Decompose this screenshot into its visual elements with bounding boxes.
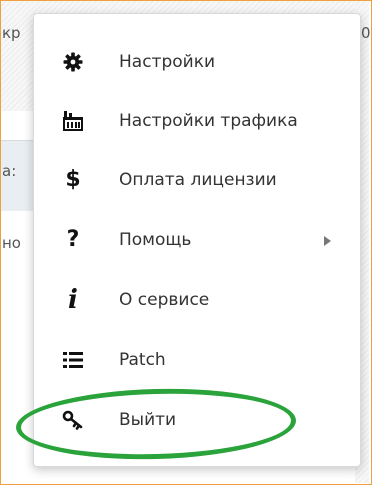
background-text-fragment: 0 (361, 24, 371, 42)
submenu-arrow-icon (324, 236, 331, 246)
menu-item-label: Patch (119, 350, 166, 370)
menu-item-logout[interactable]: Выйти (34, 394, 360, 446)
dollar-icon: $ (65, 167, 81, 192)
menu-item-label: Оплата лицензии (119, 170, 277, 190)
settings-dropdown-menu: Настройки Настройки трафика $ Оплата лиц… (33, 13, 361, 467)
menu-item-about[interactable]: i О сервисе (34, 274, 360, 326)
menu-item-label: О сервисе (119, 290, 210, 310)
background-text-fragment: но (2, 234, 21, 252)
menu-item-label: Настройки (119, 52, 216, 72)
menu-item-patch[interactable]: Patch (34, 334, 360, 386)
background-text-fragment: кр (2, 24, 21, 42)
key-icon (60, 407, 86, 433)
traffic-factory-icon (60, 108, 86, 134)
question-icon: ? (66, 227, 80, 252)
gear-icon (60, 49, 86, 75)
menu-item-label: Помощь (119, 230, 192, 250)
menu-item-label: Выйти (119, 410, 177, 430)
list-icon (60, 347, 86, 373)
menu-item-license-payment[interactable]: $ Оплата лицензии (34, 154, 360, 206)
background-text-fragment: а: (2, 162, 17, 180)
menu-item-settings[interactable]: Настройки (34, 36, 360, 88)
menu-item-traffic-settings[interactable]: Настройки трафика (34, 95, 360, 147)
info-icon: i (68, 285, 78, 315)
menu-item-help[interactable]: ? Помощь (34, 214, 360, 266)
menu-item-label: Настройки трафика (119, 111, 298, 131)
